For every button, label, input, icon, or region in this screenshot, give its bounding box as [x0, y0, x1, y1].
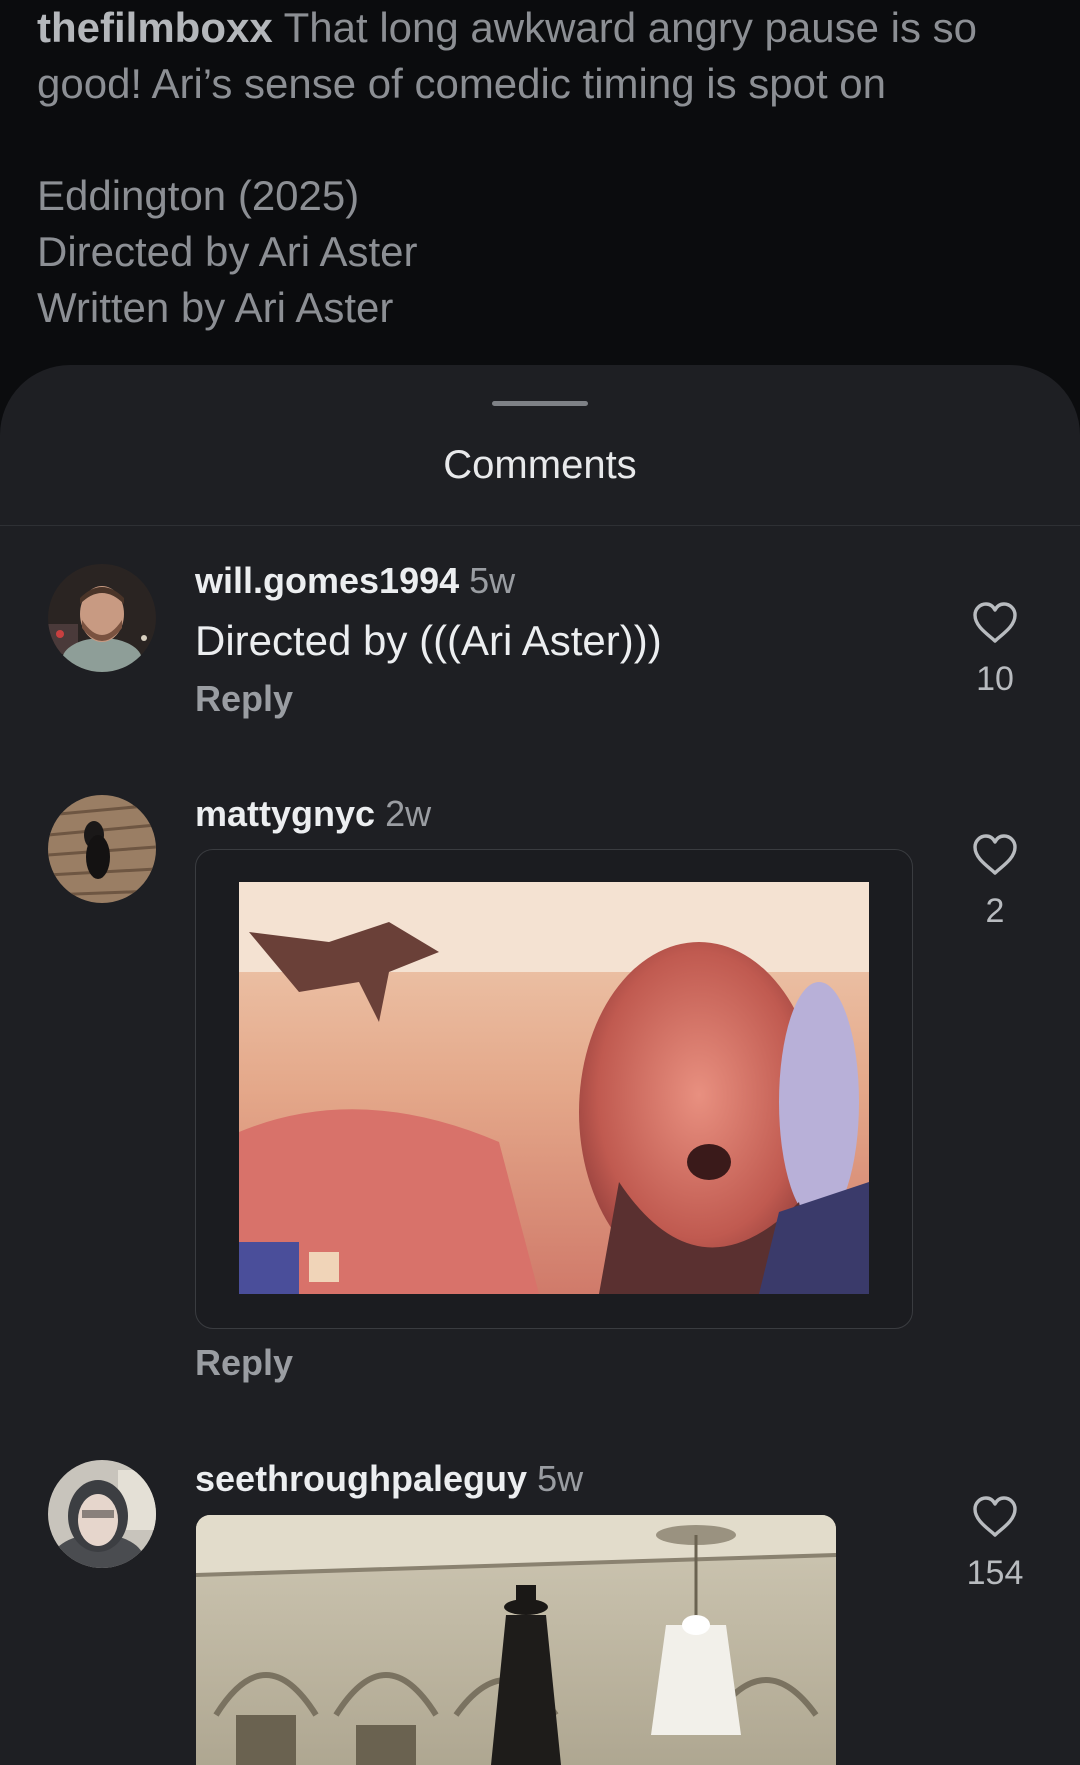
caption-username[interactable]: thefilmboxx [37, 4, 273, 51]
like-button[interactable]: 2 [955, 833, 1035, 931]
caption-written-line: Written by Ari Aster [37, 284, 394, 331]
comment-header: will.gomes1994 5w [195, 559, 515, 603]
comment-time: 5w [469, 560, 516, 601]
caption-directed-line: Directed by Ari Aster [37, 228, 418, 275]
comment-text: Directed by (((Ari Aster))) [195, 617, 662, 664]
like-button[interactable]: 154 [955, 1495, 1035, 1593]
sheet-divider [0, 525, 1080, 526]
like-count: 154 [966, 1554, 1024, 1592]
user-avatar-icon[interactable] [48, 564, 156, 672]
gif-attachment[interactable] [196, 1515, 836, 1765]
caption-body: thefilmboxx That long awkward angry paus… [37, 0, 1037, 112]
sheet-drag-handle[interactable] [492, 401, 588, 406]
comment-time: 2w [385, 793, 432, 834]
comment-time: 5w [537, 1458, 584, 1499]
gif-image[interactable] [196, 1515, 836, 1765]
comment-username[interactable]: mattygnyc [195, 793, 375, 834]
comments-sheet: Comments will.gomes1994 5w Directed by ((… [0, 365, 1080, 1765]
gif-image[interactable] [239, 882, 869, 1294]
like-count: 2 [985, 892, 1005, 930]
sheet-title: Comments [443, 443, 637, 487]
heart-outline-icon[interactable] [971, 1495, 1019, 1539]
heart-outline-icon[interactable] [971, 833, 1019, 877]
user-avatar-icon[interactable] [48, 1460, 156, 1568]
user-avatar-icon[interactable] [48, 795, 156, 903]
comment-header: mattygnyc 2w [195, 792, 431, 836]
like-count: 10 [976, 660, 1014, 698]
caption-movie-line: Eddington (2025) [37, 172, 360, 219]
heart-outline-icon[interactable] [971, 601, 1019, 645]
comment-username[interactable]: will.gomes1994 [195, 560, 459, 601]
post-caption: thefilmboxx That long awkward angry paus… [37, 0, 1037, 336]
comment-username[interactable]: seethroughpaleguy [195, 1458, 527, 1499]
gif-attachment[interactable] [195, 849, 913, 1329]
like-button[interactable]: 10 [955, 601, 1035, 699]
comment-header: seethroughpaleguy 5w [195, 1457, 583, 1501]
reply-button[interactable]: Reply [195, 677, 293, 721]
reply-button[interactable]: Reply [195, 1341, 293, 1385]
